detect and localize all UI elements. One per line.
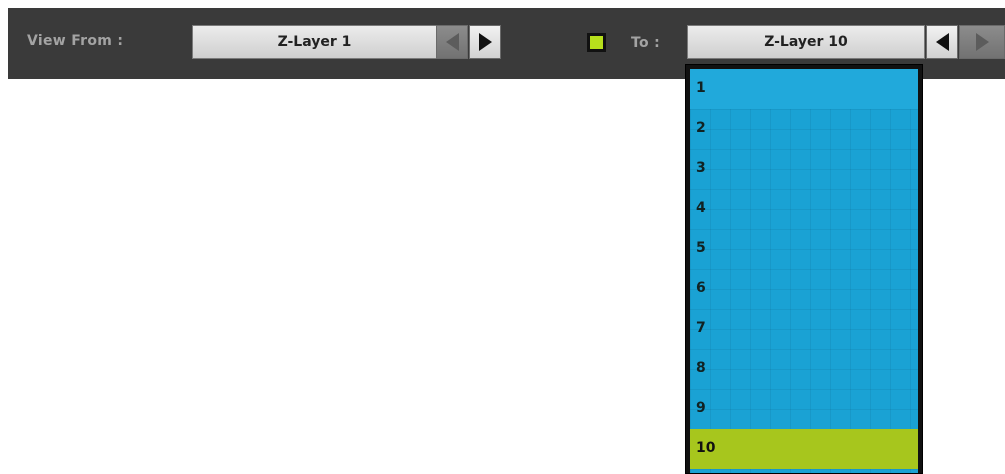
to-label: To : [631, 35, 660, 51]
dropdown-option-label: 1 [696, 80, 706, 96]
dropdown-option[interactable]: 9 [690, 389, 918, 429]
from-previous-button[interactable] [436, 25, 468, 59]
dropdown-option[interactable]: 8 [690, 349, 918, 389]
triangle-right-icon [478, 33, 492, 51]
dropdown-option-label: 2 [696, 120, 706, 136]
dropdown-option-label: 5 [696, 240, 706, 256]
dropdown-option[interactable]: 1 [690, 69, 918, 109]
dropdown-option-label: 10 [696, 440, 716, 456]
to-next-button[interactable] [959, 25, 1005, 59]
dropdown-option[interactable]: 6 [690, 269, 918, 309]
dropdown-options-container: 1 2 3 4 5 6 7 8 9 10 [690, 69, 918, 473]
to-previous-button[interactable] [926, 25, 958, 59]
dropdown-option-label: 4 [696, 200, 706, 216]
to-layer-dropdown-list[interactable]: 1 2 3 4 5 6 7 8 9 10 [685, 64, 923, 474]
triangle-right-icon [975, 33, 989, 51]
dropdown-option-label: 6 [696, 280, 706, 296]
dropdown-option[interactable]: 10 [690, 429, 918, 469]
view-from-label: View From : [27, 33, 124, 49]
dropdown-option[interactable]: 7 [690, 309, 918, 349]
to-range-toggle-checkbox[interactable] [587, 33, 606, 52]
dropdown-option-label: 9 [696, 400, 706, 416]
triangle-left-icon [445, 33, 459, 51]
dropdown-option[interactable]: 4 [690, 189, 918, 229]
view-to-select[interactable]: Z-Layer 10 [687, 25, 925, 59]
dropdown-option[interactable]: 3 [690, 149, 918, 189]
dropdown-option[interactable]: 5 [690, 229, 918, 269]
dropdown-option-label: 7 [696, 320, 706, 336]
dropdown-option-label: 8 [696, 360, 706, 376]
view-from-select[interactable]: Z-Layer 1 [192, 25, 437, 59]
dropdown-option-label: 3 [696, 160, 706, 176]
from-next-button[interactable] [469, 25, 501, 59]
dropdown-option[interactable]: 2 [690, 109, 918, 149]
triangle-left-icon [935, 33, 949, 51]
